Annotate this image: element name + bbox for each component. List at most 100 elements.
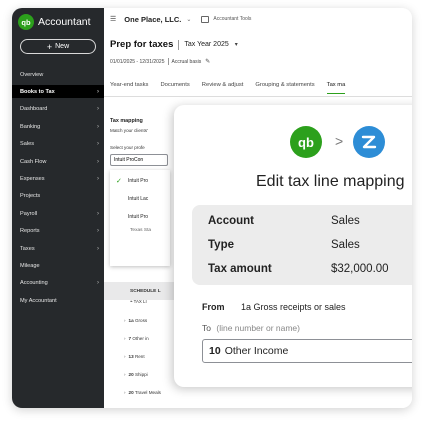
new-button-label: New xyxy=(55,43,70,50)
sidebar-item-label: My Accountant xyxy=(20,297,57,304)
divider xyxy=(167,58,169,65)
tax-line-number: 7 xyxy=(128,336,132,341)
page-title: Prep for taxes xyxy=(110,39,174,50)
sidebar-item-my-accountant[interactable]: My Accountant xyxy=(12,294,104,307)
menu-icon[interactable]: ☰ xyxy=(110,15,116,23)
sidebar-item-sales[interactable]: Sales › xyxy=(12,138,104,151)
sidebar-item-label: Sales xyxy=(20,141,34,148)
accountant-tools-link[interactable]: Accountant Tools xyxy=(213,16,251,22)
modal-title: Edit tax line mapping xyxy=(256,173,405,190)
sidebar-item-taxes[interactable]: Taxes › xyxy=(12,242,104,255)
sidebar-item-cash-flow[interactable]: Cash Flow › xyxy=(12,155,104,168)
pencil-icon[interactable]: ✎ xyxy=(205,58,210,65)
tax-line-row[interactable]: › 20 Travel Meals xyxy=(124,390,184,395)
sidebar: qb Accountant + New Overview Books to Tax… xyxy=(12,8,104,408)
checkmark-icon: ✓ xyxy=(116,178,122,185)
summary-key: Account xyxy=(208,215,254,227)
sidebar-item-label: Books to Tax xyxy=(20,88,55,95)
tab-bar: Year-end tasks Documents Review & adjust… xyxy=(110,82,357,94)
software-select[interactable]: Intuit ProCon xyxy=(110,154,168,166)
dropdown-option[interactable]: Intuit Pro xyxy=(110,208,170,226)
brand[interactable]: qb Accountant xyxy=(18,14,91,30)
sidebar-item-label: Overview xyxy=(20,71,44,78)
sidebar-item-reports[interactable]: Reports › xyxy=(12,225,104,238)
sidebar-item-mileage[interactable]: Mileage xyxy=(12,259,104,272)
company-name[interactable]: One Place, LLC. xyxy=(124,15,181,24)
chevron-right-icon[interactable]: › xyxy=(124,336,126,341)
dropdown-option[interactable]: Texas Sta xyxy=(130,228,151,233)
chevron-right-icon: > xyxy=(335,133,344,149)
sidebar-item-accounting[interactable]: Accounting › xyxy=(12,277,104,290)
tab-tax-mapping[interactable]: Tax ma xyxy=(326,82,346,94)
summary-key: Type xyxy=(208,239,234,251)
dropdown-option[interactable]: Intuit Lac xyxy=(110,190,170,208)
quickbooks-logo-icon: qb xyxy=(18,14,34,30)
sidebar-item-banking[interactable]: Banking › xyxy=(12,120,104,133)
edit-tax-line-modal: qb > Edit tax line mapping Account Sales… xyxy=(174,105,412,387)
dropdown-option[interactable]: ✓ Intuit Pro xyxy=(110,172,170,190)
tax-line-text: Gross xyxy=(134,318,148,323)
tax-line-input[interactable]: 10 Other Income xyxy=(202,339,412,363)
caret-down-icon[interactable]: ▾ xyxy=(235,41,238,48)
new-button[interactable]: + New xyxy=(20,39,96,54)
sidebar-item-overview[interactable]: Overview xyxy=(12,68,104,81)
sidebar-item-label: Projects xyxy=(20,193,41,200)
tax-year-select[interactable]: Tax Year 2025 xyxy=(184,41,228,48)
page-header: Prep for taxes Tax Year 2025 ▾ xyxy=(110,39,238,50)
sidebar-item-label: Taxes xyxy=(20,245,35,252)
chevron-right-icon: › xyxy=(97,141,99,148)
tax-line-name: Other Income xyxy=(224,345,289,357)
tax-line-text: Other in xyxy=(132,336,149,341)
tax-line-number: 20 xyxy=(128,372,134,377)
tax-mapping-heading: Tax mapping xyxy=(110,118,143,124)
sidebar-item-label: Mileage xyxy=(20,262,40,269)
sidebar-item-label: Banking xyxy=(20,123,41,130)
from-label: From xyxy=(202,302,225,312)
divider xyxy=(178,39,180,50)
tax-line-number: 10 xyxy=(209,345,221,357)
option-label: Intuit Pro xyxy=(128,214,149,220)
to-label: To xyxy=(202,323,211,333)
from-row: From 1a Gross receipts or sales xyxy=(202,302,346,312)
tax-line-number: 13 xyxy=(128,354,134,359)
sidebar-item-dashboard[interactable]: Dashboard › xyxy=(12,103,104,116)
account-summary: Account Sales Type Sales Tax amount $32,… xyxy=(192,205,412,285)
summary-key: Tax amount xyxy=(208,263,272,275)
chevron-right-icon[interactable]: › xyxy=(124,372,126,377)
tax-line-text: Shippi xyxy=(134,372,148,377)
chevron-right-icon: › xyxy=(97,280,99,287)
chevron-right-icon[interactable]: › xyxy=(124,318,126,323)
app-window: qb Accountant + New Overview Books to Tax… xyxy=(12,8,412,408)
option-label: Intuit Pro xyxy=(128,178,149,184)
chevron-right-icon[interactable]: › xyxy=(124,354,126,359)
sidebar-item-label: Dashboard xyxy=(20,106,48,113)
briefcase-icon[interactable] xyxy=(201,15,210,23)
chevron-right-icon: › xyxy=(97,88,99,95)
to-hint: (line number or name) xyxy=(216,323,300,333)
accounting-basis: Accrual basis xyxy=(171,58,202,65)
sidebar-item-label: Cash Flow xyxy=(20,158,47,165)
topbar: ☰ One Place, LLC. ⌄ Accountant Tools xyxy=(104,8,412,30)
chevron-right-icon: › xyxy=(97,158,99,165)
sidebar-item-expenses[interactable]: Expenses › xyxy=(12,172,104,185)
summary-value: Sales xyxy=(331,215,360,227)
chevron-right-icon: › xyxy=(97,210,99,217)
chevron-down-icon[interactable]: ⌄ xyxy=(186,16,191,23)
sidebar-item-projects[interactable]: Projects xyxy=(12,190,104,203)
date-range: 01/01/2025 - 12/31/2025 xyxy=(110,58,165,65)
chevron-right-icon: › xyxy=(97,123,99,130)
tax-software-logo-icon xyxy=(353,126,385,158)
chevron-right-icon[interactable]: › xyxy=(124,390,126,395)
tab-review-adjust[interactable]: Review & adjust xyxy=(202,82,244,94)
quickbooks-logo-icon: qb xyxy=(290,126,322,158)
tab-grouping-statements[interactable]: Grouping & statements xyxy=(255,82,314,94)
tax-line-text: Rent xyxy=(134,354,145,359)
sidebar-item-payroll[interactable]: Payroll › xyxy=(12,207,104,220)
chevron-right-icon: › xyxy=(97,228,99,235)
tab-documents[interactable]: Documents xyxy=(160,82,189,94)
summary-value: $32,000.00 xyxy=(331,263,389,275)
tab-year-end-tasks[interactable]: Year-end tasks xyxy=(110,82,148,94)
tax-mapping-description: Match your clients' xyxy=(110,128,148,133)
to-row: To (line number or name) xyxy=(202,323,300,333)
sidebar-item-books-to-tax[interactable]: Books to Tax › xyxy=(12,85,104,99)
